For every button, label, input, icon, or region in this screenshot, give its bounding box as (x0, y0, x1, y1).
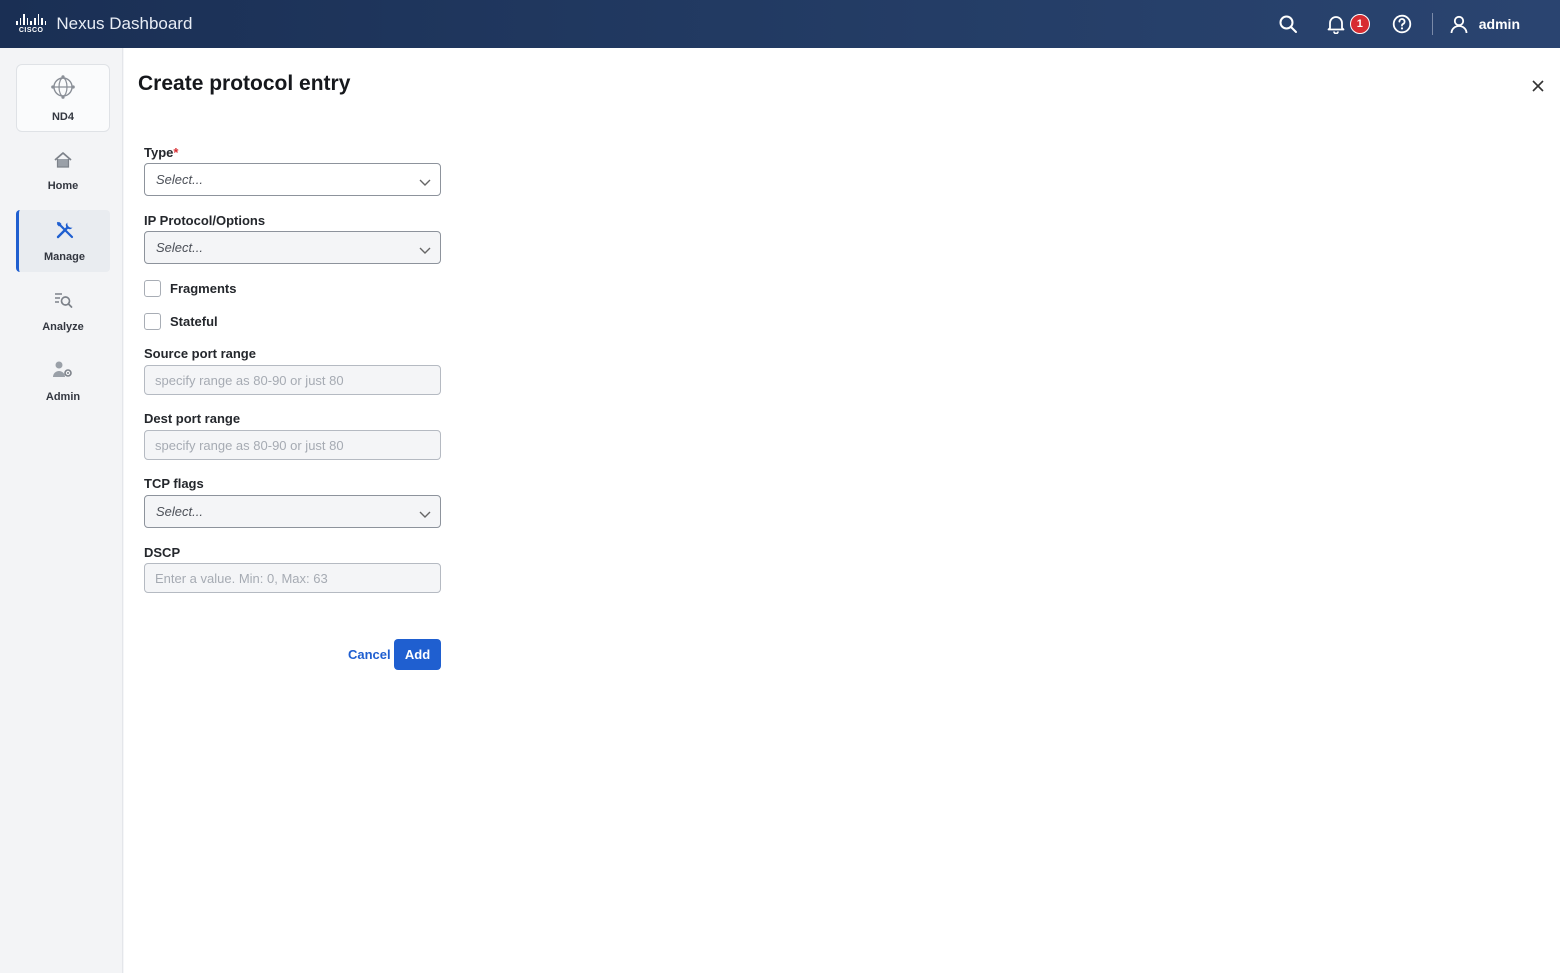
sidebar-item-analyze[interactable]: Analyze (16, 280, 110, 342)
sidebar-item-admin[interactable]: Admin (16, 350, 110, 412)
fragments-checkbox[interactable] (144, 280, 161, 297)
type-select[interactable]: Select... (144, 163, 441, 196)
chevron-down-icon (419, 242, 431, 260)
main-panel: Create protocol entry Type* Select... IP… (124, 48, 1560, 973)
sidebar: ND4 Home Manage Analyze Admin (0, 48, 123, 973)
chevron-down-icon (419, 506, 431, 524)
chevron-down-icon (419, 174, 431, 192)
stateful-label: Stateful (170, 314, 218, 329)
help-icon[interactable] (1390, 12, 1414, 36)
analyze-icon (53, 290, 73, 315)
sidebar-item-label: Manage (44, 250, 85, 263)
notification-badge: 1 (1349, 14, 1370, 34)
user-icon (1447, 12, 1471, 36)
sidebar-item-label: Admin (45, 390, 81, 403)
stateful-checkbox-row[interactable]: Stateful (144, 313, 218, 330)
add-button[interactable]: Add (394, 639, 441, 670)
globe-icon (50, 74, 76, 105)
dscp-input[interactable] (144, 563, 441, 593)
sidebar-item-label: Analyze (42, 320, 84, 333)
topbar-divider (1431, 13, 1433, 35)
dest-port-input[interactable] (144, 430, 441, 460)
tcp-flags-select[interactable]: Select... (144, 495, 441, 528)
admin-icon (52, 360, 74, 385)
home-icon (53, 151, 73, 174)
bell-icon (1324, 12, 1348, 36)
cisco-logo: CISCO (16, 14, 47, 34)
notifications-button[interactable]: 1 (1324, 12, 1370, 36)
top-bar: CISCO Nexus Dashboard 1 admin (0, 0, 1560, 48)
tools-icon (55, 220, 75, 245)
close-icon (1532, 79, 1544, 97)
user-menu[interactable]: admin (1447, 12, 1520, 36)
stateful-checkbox[interactable] (144, 313, 161, 330)
cisco-wordmark: CISCO (18, 27, 44, 34)
sidebar-item-label: Home (47, 179, 79, 192)
tcp-flags-select-placeholder: Select... (156, 504, 203, 519)
cancel-button[interactable]: Cancel (348, 647, 391, 662)
page-title: Create protocol entry (138, 72, 351, 95)
user-name: admin (1478, 16, 1520, 32)
type-label-text: Type (144, 145, 174, 160)
source-port-label: Source port range (144, 346, 256, 361)
ip-protocol-label: IP Protocol/Options (144, 213, 266, 228)
source-port-input[interactable] (144, 365, 441, 395)
sidebar-item-nd4[interactable]: ND4 (16, 64, 110, 132)
dscp-label: DSCP (144, 545, 181, 560)
tcp-flags-label: TCP flags (144, 476, 204, 491)
sidebar-item-manage[interactable]: Manage (16, 210, 110, 272)
type-label: Type* (144, 145, 178, 160)
sidebar-item-label: ND4 (51, 110, 74, 123)
required-mark: * (173, 145, 179, 160)
fragments-checkbox-row[interactable]: Fragments (144, 280, 236, 297)
ip-protocol-select-placeholder: Select... (156, 240, 203, 255)
type-select-placeholder: Select... (156, 172, 203, 187)
dest-port-label: Dest port range (144, 411, 241, 426)
sidebar-item-home[interactable]: Home (16, 140, 110, 202)
ip-protocol-select[interactable]: Select... (144, 231, 441, 264)
app-title: Nexus Dashboard (56, 14, 193, 33)
fragments-label: Fragments (170, 281, 237, 296)
brand[interactable]: CISCO Nexus Dashboard (16, 14, 192, 34)
close-button[interactable] (1528, 78, 1548, 98)
search-icon[interactable] (1276, 12, 1300, 36)
